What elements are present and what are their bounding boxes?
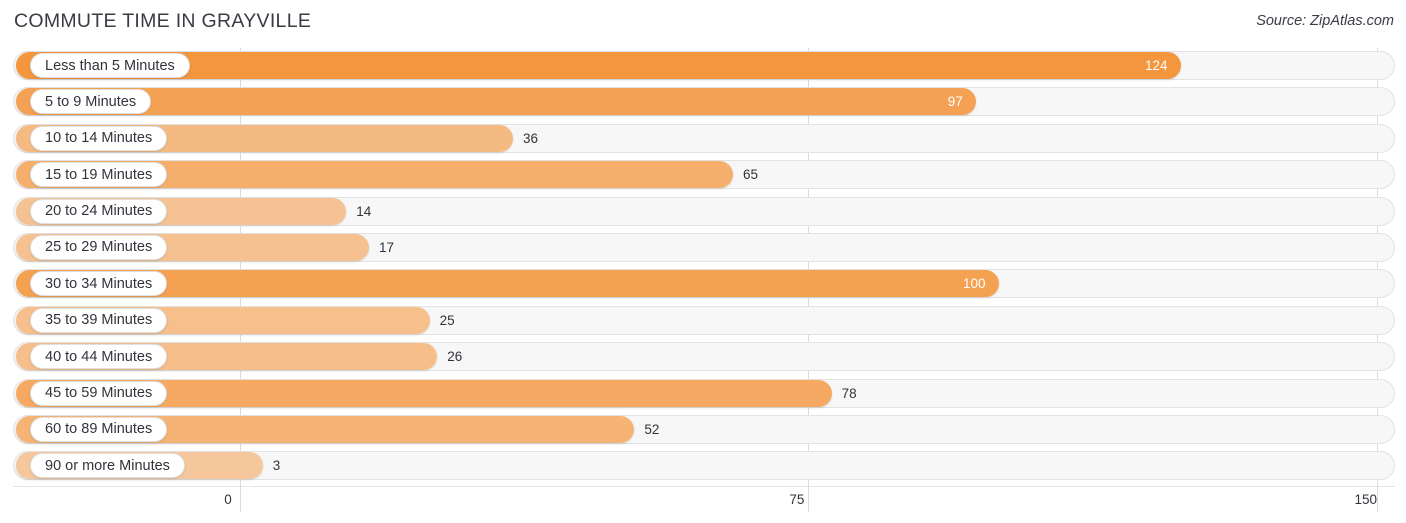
bar-row: 14 20 to 24 Minutes	[0, 194, 1406, 230]
bar-value-label: 17	[378, 239, 394, 255]
tick-mark	[1377, 486, 1379, 512]
tick-label: 150	[1354, 492, 1378, 507]
bar-value-label: 26	[447, 349, 463, 365]
category-label[interactable]: 15 to 19 Minutes	[30, 162, 168, 188]
bar[interactable]: 124	[16, 52, 1181, 79]
bar-value-label: 124	[1145, 58, 1168, 73]
bar-value-label: 25	[439, 312, 455, 328]
bar-row: 65 15 to 19 Minutes	[0, 157, 1406, 193]
bar-value-label: 52	[644, 421, 660, 437]
tick-mark	[808, 486, 810, 512]
bar-row: 100 30 to 34 Minutes	[0, 266, 1406, 302]
bar[interactable]: 97	[16, 88, 976, 116]
page-title: COMMUTE TIME IN GRAYVILLE	[14, 10, 312, 32]
bar-value-label: 36	[523, 130, 539, 146]
source-attribution: Source: ZipAtlas.com	[1256, 13, 1394, 29]
category-label[interactable]: 40 to 44 Minutes	[30, 344, 168, 370]
x-axis: 0 75 150	[0, 486, 1406, 523]
tick-label: 75	[789, 492, 805, 507]
plot-area: 124 Less than 5 Minutes 97 5 to 9 Minutes 36…	[0, 48, 1406, 486]
category-label[interactable]: 25 to 29 Minutes	[30, 234, 168, 260]
bar-value-label: 14	[356, 203, 372, 219]
bar-row: 17 25 to 29 Minutes	[0, 230, 1406, 266]
category-label[interactable]: 60 to 89 Minutes	[30, 416, 168, 442]
axis-line	[13, 486, 1395, 487]
category-label[interactable]: 45 to 59 Minutes	[30, 380, 168, 406]
bar-row: 36 10 to 14 Minutes	[0, 121, 1406, 157]
category-label[interactable]: 20 to 24 Minutes	[30, 198, 168, 224]
bar-row: 52 60 to 89 Minutes	[0, 412, 1406, 448]
category-label[interactable]: 35 to 39 Minutes	[30, 307, 168, 333]
category-label[interactable]: 30 to 34 Minutes	[30, 271, 168, 297]
bar-value-label: 78	[841, 385, 857, 401]
bar-value-label: 97	[947, 94, 963, 110]
category-label[interactable]: Less than 5 Minutes	[30, 53, 190, 78]
bar-value-label: 65	[743, 167, 759, 183]
bar-row: 3 90 or more Minutes	[0, 448, 1406, 484]
bar-row: 78 45 to 59 Minutes	[0, 376, 1406, 412]
chart-container: COMMUTE TIME IN GRAYVILLE Source: ZipAtl…	[0, 0, 1406, 523]
bar-value-label: 3	[272, 458, 281, 474]
bar-row: 97 5 to 9 Minutes	[0, 84, 1406, 120]
bar-row: 25 35 to 39 Minutes	[0, 303, 1406, 339]
bar-value-label: 100	[962, 276, 986, 292]
category-label[interactable]: 5 to 9 Minutes	[30, 89, 152, 115]
bar-row: 26 40 to 44 Minutes	[0, 339, 1406, 375]
category-label[interactable]: 10 to 14 Minutes	[30, 125, 168, 151]
category-label[interactable]: 90 or more Minutes	[30, 453, 185, 479]
tick-mark	[239, 486, 241, 512]
tick-label: 0	[224, 492, 232, 507]
bar-rows: 124 Less than 5 Minutes 97 5 to 9 Minutes 36…	[0, 48, 1406, 485]
bar-row: 124 Less than 5 Minutes	[0, 48, 1406, 84]
